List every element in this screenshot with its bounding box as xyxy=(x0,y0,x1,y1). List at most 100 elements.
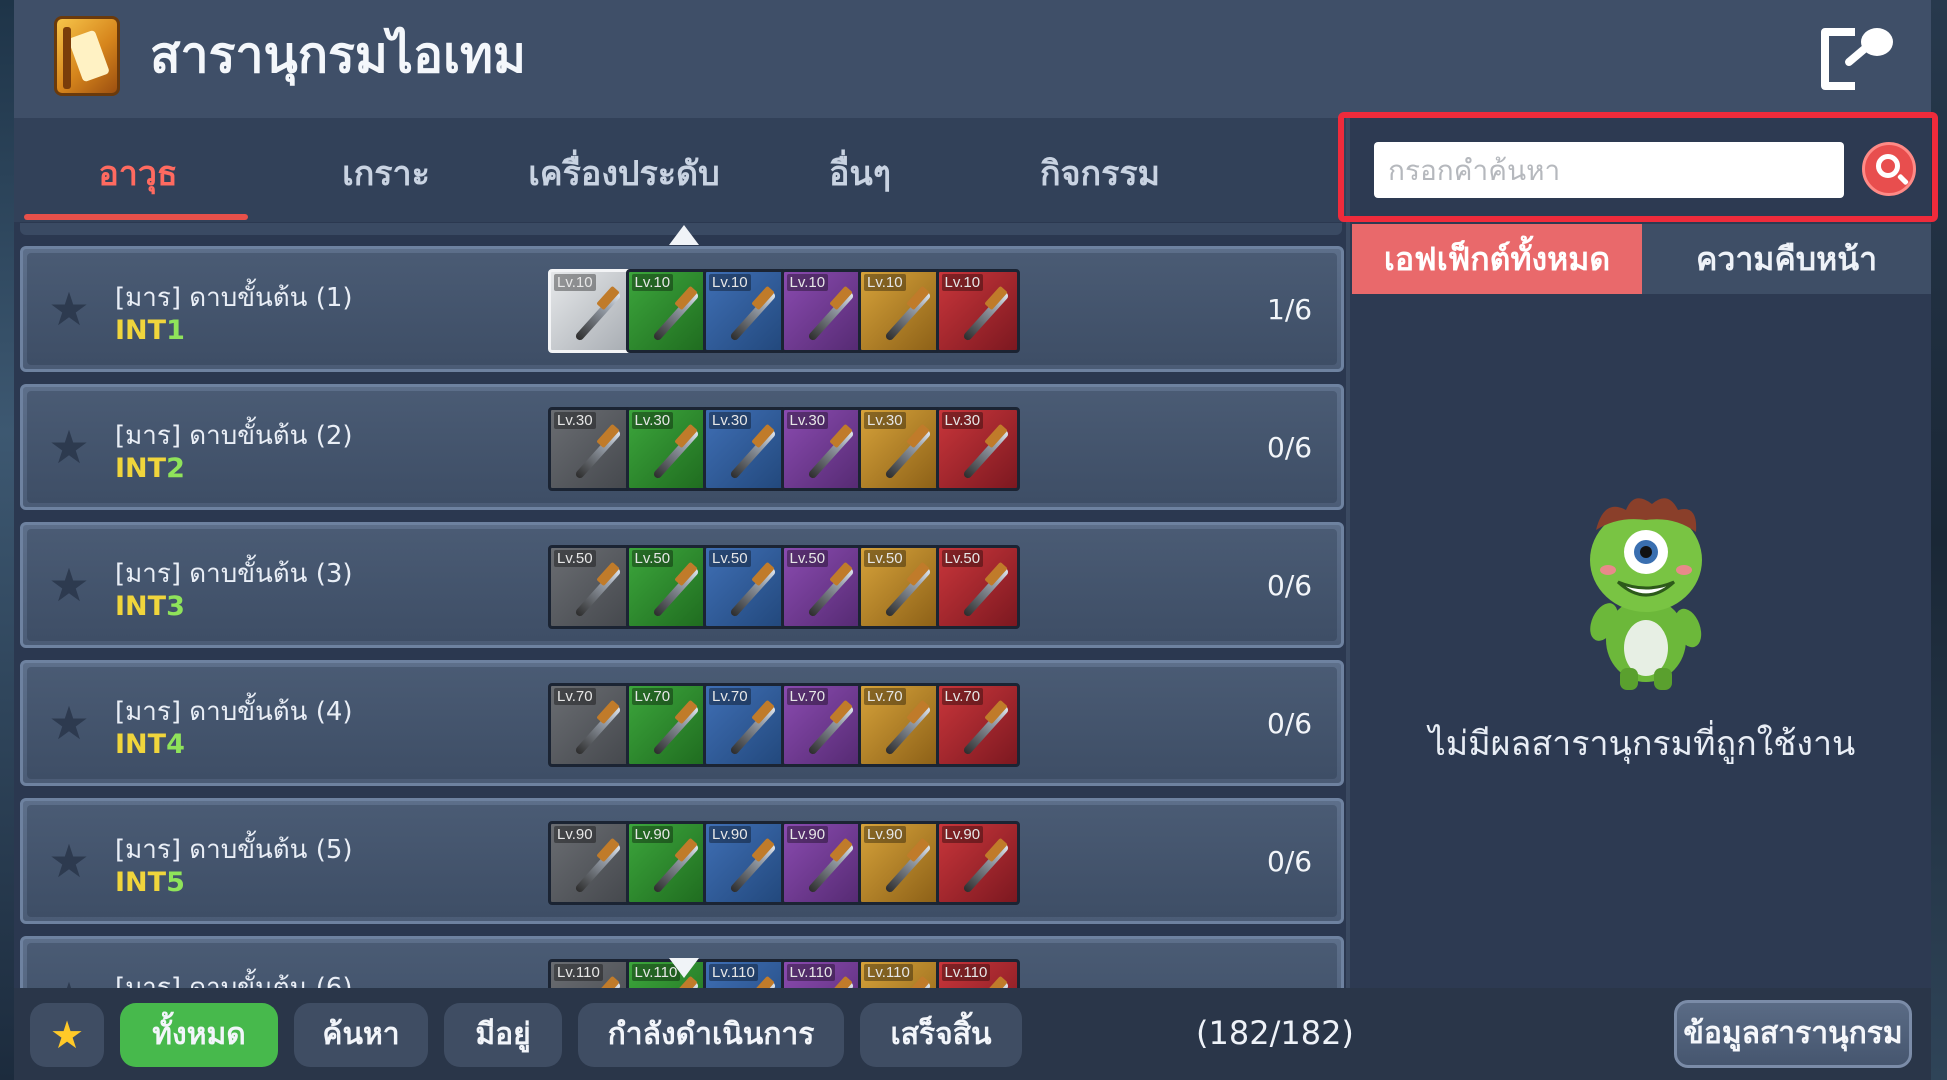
item-slot-gold[interactable]: Lv.90 xyxy=(858,821,942,905)
item-level: Lv.110 xyxy=(941,964,991,981)
tab-weapons[interactable]: อาวุธ xyxy=(38,146,238,196)
item-slot-red[interactable]: Lv.90 xyxy=(935,821,1020,905)
item-level: Lv.110 xyxy=(709,964,758,981)
item-slot-blue[interactable]: Lv.30 xyxy=(703,407,787,491)
item-slot-red[interactable]: Lv.50 xyxy=(935,545,1020,629)
item-list[interactable]: ★ [มาร] ดาบขั้นต้น (1) INT1 Lv.10 Lv.10 Lv.10… xyxy=(20,246,1344,988)
scroll-up-arrow-icon[interactable] xyxy=(669,225,699,245)
item-progress-count: 0/6 xyxy=(1267,431,1313,464)
stat-value: 5 xyxy=(166,867,185,898)
item-stat: INT1 xyxy=(115,315,185,346)
search-button[interactable] xyxy=(1862,142,1916,196)
item-level: Lv.70 xyxy=(554,688,596,705)
item-slot-grey[interactable]: Lv.70 xyxy=(548,683,632,767)
item-level: Lv.10 xyxy=(709,274,751,291)
favorite-filter-button[interactable]: ★ xyxy=(30,1003,104,1067)
item-level: Lv.30 xyxy=(786,412,829,429)
item-slot-green[interactable]: Lv.30 xyxy=(625,407,710,491)
stat-key: INT xyxy=(115,867,167,898)
item-slot-purple[interactable]: Lv.30 xyxy=(780,407,865,491)
stat-value: 4 xyxy=(166,729,185,760)
filter-all-button[interactable]: ทั้งหมด xyxy=(120,1003,278,1067)
background-edge-right xyxy=(1931,0,1947,1080)
item-slot-grey[interactable]: Lv.30 xyxy=(548,407,632,491)
item-slot-red[interactable]: Lv.10 xyxy=(935,269,1020,353)
item-slot-red[interactable]: Lv.70 xyxy=(935,683,1020,767)
tab-armor[interactable]: เกราะ xyxy=(286,146,486,196)
item-level: Lv.70 xyxy=(631,688,674,705)
category-tabs: อาวุธ เกราะ เครื่องประดับ อื่นๆ กิจกรรม xyxy=(14,118,1346,222)
filter-in-progress-button[interactable]: กำลังดำเนินการ xyxy=(578,1003,844,1067)
item-name: [มาร] ดาบขั้นต้น (6) xyxy=(115,973,353,988)
scroll-down-arrow-icon[interactable] xyxy=(669,958,699,978)
item-row[interactable]: ★ [มาร] ดาบขั้นต้น (4) INT4 Lv.70 Lv.70 Lv.70… xyxy=(20,660,1344,786)
item-slot-green[interactable]: Lv.70 xyxy=(625,683,710,767)
item-slot-blue[interactable]: Lv.110 xyxy=(703,959,787,988)
item-list-panel: อาวุธ เกราะ เครื่องประดับ อื่นๆ กิจกรรม … xyxy=(14,118,1346,988)
item-slot-white[interactable]: Lv.10 xyxy=(548,269,632,353)
item-row[interactable]: ★ [มาร] ดาบขั้นต้น (2) INT2 Lv.30 Lv.30 Lv.30… xyxy=(20,384,1344,510)
tab-progress[interactable]: ความคืบหน้า xyxy=(1642,224,1931,294)
item-slot-red[interactable]: Lv.30 xyxy=(935,407,1020,491)
item-name: [มาร] ดาบขั้นต้น (1) xyxy=(115,283,353,313)
item-slot-blue[interactable]: Lv.10 xyxy=(703,269,787,353)
filter-search-button[interactable]: ค้นหา xyxy=(294,1003,428,1067)
tab-events[interactable]: กิจกรรม xyxy=(980,146,1220,196)
item-slot-blue[interactable]: Lv.90 xyxy=(703,821,787,905)
stat-key: INT xyxy=(115,729,167,760)
item-slot-gold[interactable]: Lv.110 xyxy=(858,959,942,988)
item-level: Lv.30 xyxy=(631,412,674,429)
item-slot-gold[interactable]: Lv.70 xyxy=(858,683,942,767)
item-slot-purple[interactable]: Lv.110 xyxy=(780,959,865,988)
item-slot-blue[interactable]: Lv.70 xyxy=(703,683,787,767)
item-slot-green[interactable]: Lv.10 xyxy=(625,269,710,353)
page-title: สารานุกรมไอเทม xyxy=(150,26,526,84)
star-icon: ★ xyxy=(49,1013,85,1057)
item-row[interactable]: ★ [มาร] ดาบขั้นต้น (5) INT5 Lv.90 Lv.90 Lv.90… xyxy=(20,798,1344,924)
item-slot-purple[interactable]: Lv.90 xyxy=(780,821,865,905)
favorite-star-icon[interactable]: ★ xyxy=(47,424,91,470)
item-slot-grey[interactable]: Lv.90 xyxy=(548,821,632,905)
item-level: Lv.50 xyxy=(631,550,674,567)
item-name: [มาร] ดาบขั้นต้น (3) xyxy=(115,559,353,589)
collection-total: (182/182) xyxy=(1196,1014,1354,1052)
tab-all-effects[interactable]: เอฟเฟ็กต์ทั้งหมด xyxy=(1352,224,1642,294)
mascot-icon xyxy=(1590,498,1702,690)
item-level: Lv.10 xyxy=(864,274,906,291)
item-level: Lv.10 xyxy=(631,274,674,291)
filter-done-button[interactable]: เสร็จสิ้น xyxy=(860,1003,1022,1067)
item-slot-gold[interactable]: Lv.50 xyxy=(858,545,942,629)
item-stat: INT4 xyxy=(115,729,185,760)
item-slot-grey[interactable]: Lv.110 xyxy=(548,959,632,988)
favorite-star-icon[interactable]: ★ xyxy=(47,700,91,746)
favorite-star-icon[interactable]: ★ xyxy=(47,562,91,608)
item-slot-purple[interactable]: Lv.50 xyxy=(780,545,865,629)
favorite-star-icon[interactable]: ★ xyxy=(47,976,91,988)
item-level: Lv.50 xyxy=(554,550,596,567)
item-slot-green[interactable]: Lv.90 xyxy=(625,821,710,905)
item-slot-grey[interactable]: Lv.50 xyxy=(548,545,632,629)
search-input[interactable] xyxy=(1374,142,1844,198)
item-slot-purple[interactable]: Lv.10 xyxy=(780,269,865,353)
item-slot-gold[interactable]: Lv.10 xyxy=(858,269,942,353)
item-level: Lv.30 xyxy=(941,412,984,429)
filter-owned-button[interactable]: มีอยู่ xyxy=(444,1003,562,1067)
tab-others[interactable]: อื่นๆ xyxy=(760,146,960,196)
tab-accessories[interactable]: เครื่องประดับ xyxy=(494,146,754,196)
encyclopedia-info-button[interactable]: ข้อมูลสารานุกรม xyxy=(1674,1000,1912,1068)
item-slot-red[interactable]: Lv.110 xyxy=(935,959,1020,988)
item-level: Lv.10 xyxy=(941,274,984,291)
item-row[interactable]: ★ [มาร] ดาบขั้นต้น (1) INT1 Lv.10 Lv.10 Lv.10… xyxy=(20,246,1344,372)
item-slot-purple[interactable]: Lv.70 xyxy=(780,683,865,767)
item-slot-gold[interactable]: Lv.30 xyxy=(858,407,942,491)
item-row[interactable]: ★ [มาร] ดาบขั้นต้น (3) INT3 Lv.50 Lv.50 Lv.50… xyxy=(20,522,1344,648)
search-icon xyxy=(1876,154,1900,178)
favorite-star-icon[interactable]: ★ xyxy=(47,838,91,884)
item-level: Lv.30 xyxy=(554,412,596,429)
favorite-star-icon[interactable]: ★ xyxy=(47,286,91,332)
item-slot-green[interactable]: Lv.50 xyxy=(625,545,710,629)
item-slot-blue[interactable]: Lv.50 xyxy=(703,545,787,629)
stat-value: 1 xyxy=(166,315,185,346)
exit-icon[interactable] xyxy=(1815,22,1897,96)
stat-key: INT xyxy=(115,453,167,484)
